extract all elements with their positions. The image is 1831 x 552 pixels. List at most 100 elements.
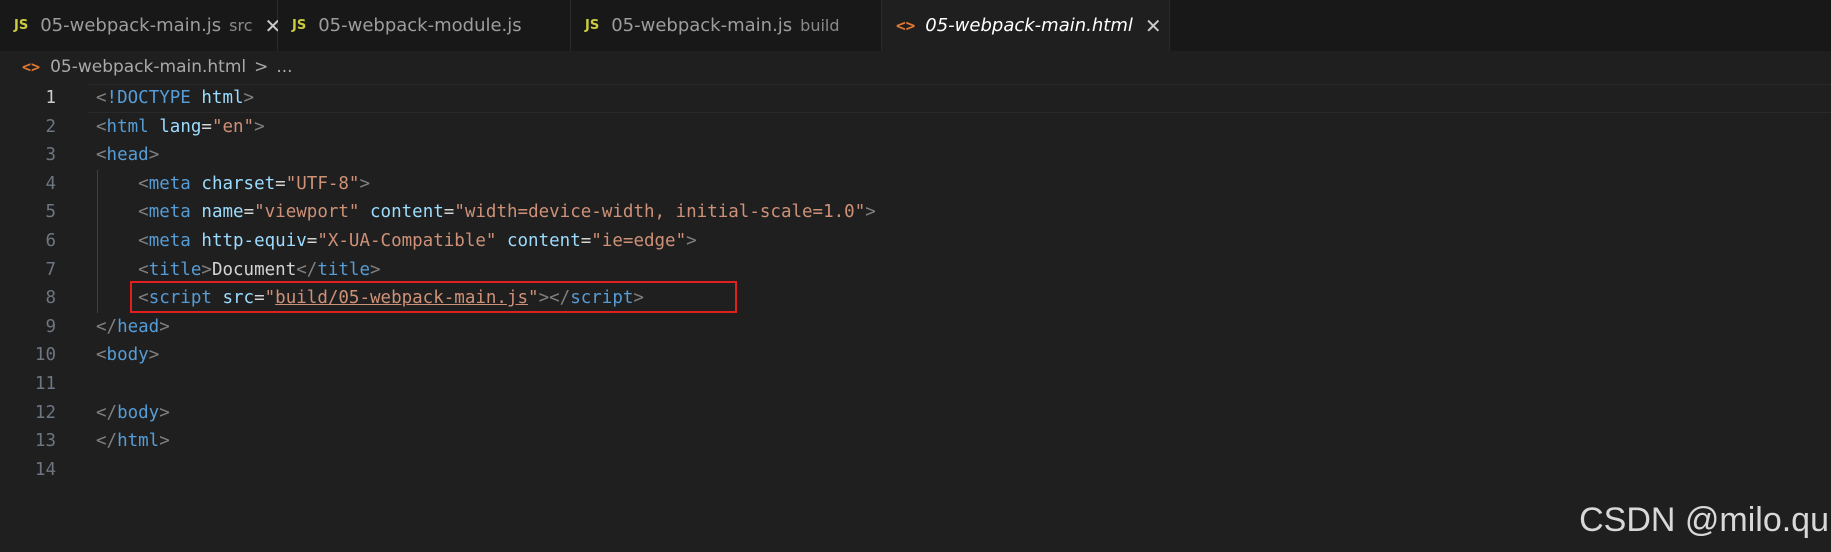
code-line[interactable]: 5 <meta name="viewport" content="width=d… — [0, 198, 1831, 227]
breadcrumb-more[interactable]: ... — [276, 57, 292, 77]
code-token: < — [96, 116, 107, 137]
code-text: </head> — [96, 313, 170, 342]
code-token: > — [159, 402, 170, 423]
code-token: body — [117, 402, 160, 423]
code-line[interactable]: 3 <head> — [0, 141, 1831, 170]
code-line[interactable]: 4 <meta charset="UTF-8"> — [0, 169, 1831, 199]
breadcrumb-file[interactable]: 05-webpack-main.html — [50, 57, 246, 77]
tab-description: build — [800, 16, 840, 35]
code-token: </ — [96, 431, 118, 452]
code-token: "width=device-width, initial-scale=1.0" — [454, 202, 866, 223]
code-token: < — [96, 88, 107, 108]
tab-label: 05-webpack-main.js — [40, 15, 222, 36]
code-text: <head> — [96, 141, 159, 170]
line-number: 3 — [45, 145, 56, 166]
code-token: < — [138, 230, 149, 251]
code-line[interactable]: 1 <!DOCTYPE html> — [0, 84, 1831, 113]
code-text: <meta name="viewport" content="width=dev… — [96, 198, 876, 227]
code-token: < — [138, 173, 149, 194]
code-token: html — [106, 116, 149, 137]
code-token: > — [201, 259, 212, 280]
code-token: > — [159, 431, 170, 452]
line-number: 1 — [45, 88, 56, 108]
chevron-right-icon: > — [254, 57, 269, 77]
code-token: html — [117, 431, 160, 452]
tab-main-html[interactable]: <> 05-webpack-main.html ✕ — [882, 0, 1170, 51]
code-token: http-equiv — [201, 230, 307, 251]
code-token: > — [686, 230, 697, 251]
code-token: head — [117, 316, 160, 337]
code-token: meta — [148, 202, 191, 223]
code-token: content — [506, 230, 581, 251]
code-line[interactable]: 2 <html lang="en"> — [0, 113, 1831, 142]
line-number: 8 — [45, 288, 56, 309]
tab-main-js-build[interactable]: JS 05-webpack-main.js build — [571, 0, 882, 51]
code-token: </ — [96, 316, 118, 337]
code-token: "viewport" — [254, 202, 360, 223]
code-token: = — [275, 173, 286, 194]
code-line[interactable]: 12 </body> — [0, 399, 1831, 428]
tab-label: 05-webpack-main.js — [611, 15, 793, 36]
line-number: 14 — [34, 459, 56, 480]
line-number: 9 — [45, 316, 56, 337]
line-number: 6 — [45, 230, 56, 251]
javascript-file-icon: JS — [292, 18, 307, 33]
code-line[interactable]: 7 <title>Document</title> — [0, 255, 1831, 285]
code-line[interactable]: 13 </html> — [0, 427, 1831, 456]
code-token: > — [359, 173, 371, 194]
code-token: = — [201, 116, 212, 137]
tab-main-js-src[interactable]: JS 05-webpack-main.js src ✕ — [0, 0, 281, 51]
code-token: "UTF-8" — [285, 173, 360, 194]
code-text: <html lang="en"> — [96, 113, 265, 142]
code-token: </ — [96, 402, 118, 423]
code-line[interactable]: 10 <body> — [0, 341, 1831, 370]
code-token: Document — [211, 259, 297, 280]
code-text: <meta http-equiv="X-UA-Compatible" conte… — [96, 227, 697, 256]
code-token: < — [138, 202, 149, 223]
close-icon[interactable]: ✕ — [1145, 14, 1162, 38]
code-token: "en" — [211, 116, 255, 137]
code-token: title — [148, 259, 202, 280]
line-number: 7 — [45, 259, 56, 280]
line-number: 12 — [34, 402, 56, 423]
code-token: < — [96, 345, 107, 366]
javascript-file-icon: JS — [585, 18, 600, 33]
code-text: <title>Document</title> — [96, 256, 380, 285]
code-token: "X-UA-Compatible" — [317, 230, 497, 251]
html-file-icon: <> — [22, 58, 41, 76]
code-token: "ie=edge" — [591, 230, 687, 251]
line-number: 5 — [45, 202, 56, 223]
code-text: <meta charset="UTF-8"> — [96, 170, 370, 199]
code-token: > — [148, 145, 160, 166]
code-token: charset — [201, 173, 276, 194]
code-line[interactable]: 11 — [0, 370, 1831, 399]
code-text: </body> — [96, 399, 170, 428]
code-token: html — [201, 88, 244, 108]
code-line[interactable]: 14 — [0, 456, 1831, 485]
code-token: < — [96, 145, 107, 166]
code-token: < — [138, 259, 149, 280]
javascript-file-icon: JS — [14, 18, 29, 33]
annotation-highlight-box — [130, 281, 737, 313]
code-token: content — [370, 202, 444, 223]
code-text: </html> — [96, 427, 170, 456]
code-token: !DOCTYPE — [106, 88, 191, 108]
tab-module-js[interactable]: JS 05-webpack-module.js — [278, 0, 571, 51]
code-line[interactable]: 6 <meta http-equiv="X-UA-Compatible" con… — [0, 226, 1831, 256]
line-number: 13 — [34, 431, 56, 452]
watermark: CSDN @milo.qu — [1579, 501, 1829, 539]
code-line[interactable]: 9 </head> — [0, 313, 1831, 342]
tab-label: 05-webpack-main.html — [925, 15, 1133, 36]
code-token: lang — [159, 116, 202, 137]
code-token: > — [148, 345, 160, 366]
code-token: = — [243, 202, 255, 223]
breadcrumb: <> 05-webpack-main.html > ... — [0, 51, 1831, 83]
